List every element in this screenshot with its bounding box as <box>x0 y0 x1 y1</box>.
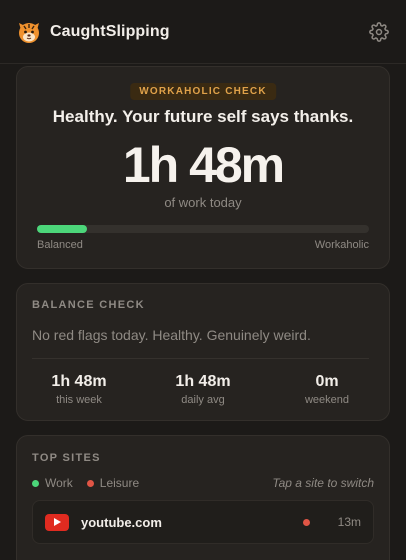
stat-value: 0m <box>315 373 339 390</box>
youtube-icon <box>45 513 69 531</box>
switch-hint: Tap a site to switch <box>272 476 374 490</box>
leisure-dot-icon <box>86 479 94 487</box>
gear-icon[interactable] <box>368 21 390 43</box>
stat-label: weekend <box>304 394 350 406</box>
workaholic-badge: WORKAHOLIC CHECK <box>130 83 276 100</box>
site-name: youtube.com <box>81 514 162 530</box>
stat-value: 1h 48m <box>51 373 107 390</box>
stat-daily-avg: 1h 48m daily avg <box>141 373 265 406</box>
stat-label: this week <box>56 394 102 406</box>
site-time: 13m <box>337 515 361 529</box>
stat-value: 1h 48m <box>175 373 231 390</box>
balance-stats: 1h 48m this week 1h 48m daily avg 0m wee… <box>17 373 389 406</box>
workaholic-meter-fill <box>37 225 87 233</box>
legend-work: Work <box>32 476 73 490</box>
top-sites-title: TOP SITES <box>32 452 101 464</box>
leisure-category-dot-icon <box>302 518 310 526</box>
category-legend: Work Leisure <box>32 476 153 490</box>
top-sites-card: TOP SITES Work Leisure Tap a site to swi… <box>16 435 390 560</box>
meter-label-balanced: Balanced <box>37 239 83 251</box>
legend-label: Work <box>45 476 73 490</box>
stat-this-week: 1h 48m this week <box>17 373 141 406</box>
balance-card: BALANCE CHECK No red flags today. Health… <box>16 283 390 421</box>
workaholic-headline: Healthy. Your future self says thanks. <box>52 107 354 126</box>
workaholic-card: WORKAHOLIC CHECK Healthy. Your future se… <box>16 66 390 269</box>
site-row-youtube[interactable]: youtube.com 13m <box>32 500 374 544</box>
main-content: WORKAHOLIC CHECK Healthy. Your future se… <box>0 66 406 560</box>
header: CaughtSlipping <box>0 0 406 64</box>
work-dot-icon <box>32 479 39 487</box>
divider <box>32 358 369 359</box>
balance-message: No red flags today. Healthy. Genuinely w… <box>32 327 311 343</box>
stat-label: daily avg <box>181 394 225 406</box>
app-title: CaughtSlipping <box>50 22 170 40</box>
workaholic-meter <box>37 225 369 233</box>
tiger-face-icon <box>16 19 42 45</box>
work-time-caption: of work today <box>164 195 242 210</box>
app-root: CaughtSlipping WORKAHOLIC CHECK Healthy.… <box>0 0 406 560</box>
stat-weekend: 0m weekend <box>265 373 389 406</box>
work-time-today: 1h 48m <box>122 137 285 193</box>
legend-leisure: Leisure <box>86 476 140 490</box>
legend-label: Leisure <box>99 476 140 490</box>
balance-title: BALANCE CHECK <box>32 299 145 311</box>
meter-label-workaholic: Workaholic <box>314 239 369 251</box>
